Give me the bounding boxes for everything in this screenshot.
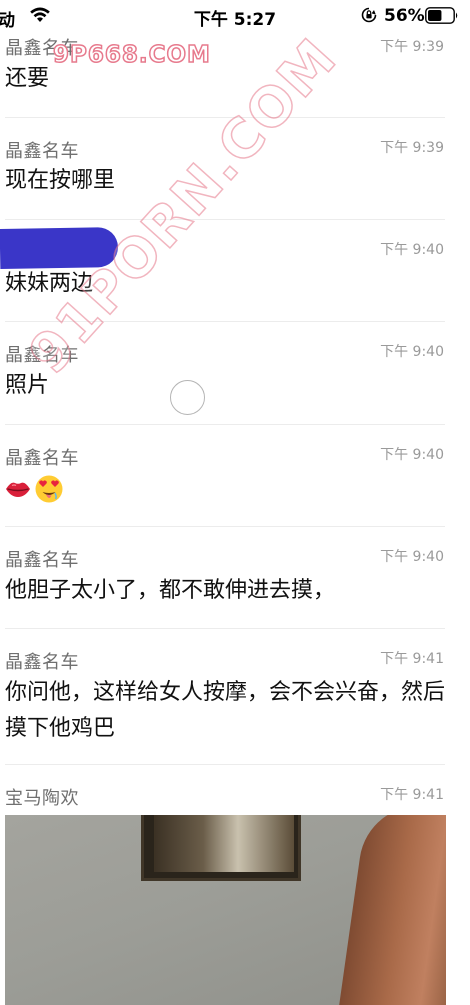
lips-emoji bbox=[6, 482, 30, 497]
message-text: 你问他，这样给女人按摩，会不会兴奋，然后摸下他鸡巴 bbox=[5, 680, 446, 741]
message-text: 他胆子太小了，都不敢伸进去摸， bbox=[5, 578, 336, 603]
message-time: 下午 9:41 bbox=[380, 787, 444, 803]
chat-message[interactable]: 宝马陶欢 下午 9:41 bbox=[5, 764, 446, 1005]
chat-message[interactable]: 晶鑫名车 下午 9:41 你问他，这样给女人按摩，会不会兴奋，然后摸下他鸡巴 bbox=[5, 628, 445, 765]
assistive-touch-button[interactable] bbox=[170, 380, 205, 415]
battery-icon bbox=[425, 7, 458, 24]
sender-name: 晶鑫名车 bbox=[5, 652, 79, 673]
message-time: 下午 9:40 bbox=[380, 447, 444, 463]
message-time: 下午 9:39 bbox=[380, 140, 444, 156]
chat-message[interactable]: 晶鑫名车 下午 9:40 bbox=[5, 424, 445, 527]
sender-name: 晶鑫名车 bbox=[5, 448, 79, 469]
status-bar: 动 下午 5:27 56% bbox=[0, 0, 470, 32]
chat-message[interactable]: 晶鑫名车 下午 9:40 他胆子太小了，都不敢伸进去摸， bbox=[5, 526, 445, 629]
message-time: 下午 9:39 bbox=[380, 39, 444, 55]
framed-picture bbox=[141, 815, 301, 881]
sender-name: 宝马陶欢 bbox=[5, 788, 79, 809]
message-time: 下午 9:40 bbox=[380, 344, 444, 360]
battery-percentage: 56% bbox=[384, 6, 425, 26]
message-time: 下午 9:40 bbox=[380, 242, 444, 258]
photo-attachment[interactable] bbox=[5, 815, 446, 1005]
heart-eyes-drooling-emoji bbox=[35, 475, 63, 503]
sender-name: 晶鑫名车 bbox=[5, 141, 79, 162]
sender-name: 晶鑫名车 bbox=[5, 550, 79, 571]
watermark-top: 9P668.COM bbox=[52, 41, 211, 69]
message-time: 下午 9:41 bbox=[380, 651, 444, 667]
rotation-lock-icon bbox=[361, 7, 377, 23]
arm-in-photo bbox=[334, 815, 446, 1005]
message-time: 下午 9:40 bbox=[380, 549, 444, 565]
